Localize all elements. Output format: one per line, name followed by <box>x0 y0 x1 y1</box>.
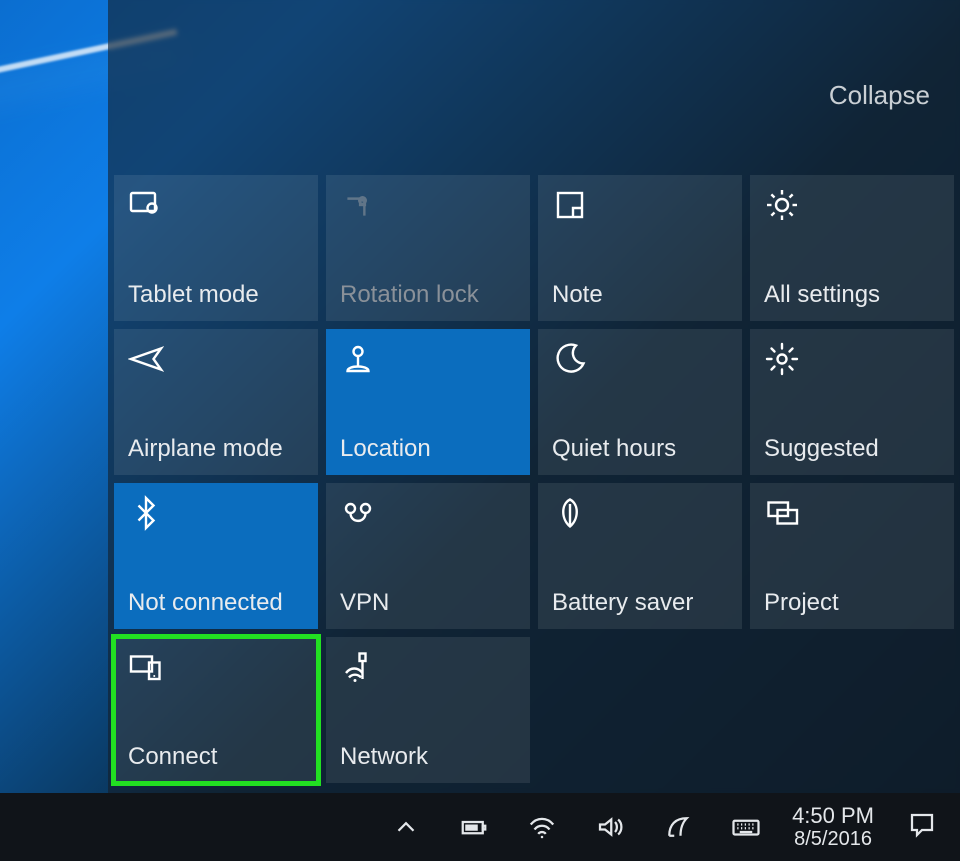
moon-icon <box>552 341 592 381</box>
desktop-wallpaper: Collapse Tablet mode Rotation lock Note All… <box>0 0 960 861</box>
tile-label: Not connected <box>128 589 304 617</box>
tile-location[interactable]: Location <box>326 329 530 475</box>
tile-vpn[interactable]: VPN <box>326 483 530 629</box>
wifi-icon[interactable] <box>524 809 560 845</box>
tile-battery-saver[interactable]: Battery saver <box>538 483 742 629</box>
rotation-lock-icon <box>340 187 380 227</box>
bluetooth-icon <box>128 495 168 535</box>
action-center-icon <box>907 810 937 845</box>
tile-label: Network <box>340 743 516 771</box>
tablet-mode-icon <box>128 187 168 227</box>
tile-project[interactable]: Project <box>750 483 954 629</box>
airplane-icon <box>128 341 168 381</box>
gear-icon <box>764 187 804 227</box>
battery-icon[interactable] <box>456 809 492 845</box>
connect-icon <box>128 649 168 689</box>
note-icon <box>552 187 592 227</box>
taskbar: 4:50 PM 8/5/2016 <box>0 793 960 861</box>
quick-action-tiles: Tablet mode Rotation lock Note All settings… <box>114 175 954 783</box>
tile-airplane-mode[interactable]: Airplane mode <box>114 329 318 475</box>
volume-icon[interactable] <box>592 809 628 845</box>
network-icon <box>340 649 380 689</box>
tile-network[interactable]: Network <box>326 637 530 783</box>
collapse-button[interactable]: Collapse <box>829 80 930 111</box>
leaf-icon <box>552 495 592 535</box>
tile-quiet-hours[interactable]: Quiet hours <box>538 329 742 475</box>
tile-label: Tablet mode <box>128 281 304 309</box>
tile-label: All settings <box>764 281 940 309</box>
tile-label: Quiet hours <box>552 435 728 463</box>
tile-label: Suggested <box>764 435 940 463</box>
tile-label: Rotation lock <box>340 281 516 309</box>
location-icon <box>340 341 380 381</box>
tile-label: Project <box>764 589 940 617</box>
clock-time: 4:50 PM <box>792 803 874 828</box>
project-icon <box>764 495 804 535</box>
tile-note[interactable]: Note <box>538 175 742 321</box>
tile-all-settings[interactable]: All settings <box>750 175 954 321</box>
brightness-icon <box>764 341 804 381</box>
tile-label: Connect <box>128 743 304 771</box>
action-center-panel: Collapse Tablet mode Rotation lock Note All… <box>108 0 960 793</box>
tile-label: VPN <box>340 589 516 617</box>
tile-rotation-lock[interactable]: Rotation lock <box>326 175 530 321</box>
action-center-button[interactable] <box>902 807 942 847</box>
system-tray <box>388 809 764 845</box>
keyboard-icon[interactable] <box>728 809 764 845</box>
clock[interactable]: 4:50 PM 8/5/2016 <box>792 803 874 851</box>
vpn-icon <box>340 495 380 535</box>
tile-suggested[interactable]: Suggested <box>750 329 954 475</box>
tile-connect[interactable]: Connect <box>114 637 318 783</box>
tile-label: Battery saver <box>552 589 728 617</box>
tile-tablet-mode[interactable]: Tablet mode <box>114 175 318 321</box>
tile-bluetooth[interactable]: Not connected <box>114 483 318 629</box>
tile-label: Location <box>340 435 516 463</box>
pen-icon[interactable] <box>660 809 696 845</box>
tray-overflow-icon[interactable] <box>388 809 424 845</box>
clock-date: 8/5/2016 <box>792 828 874 851</box>
tile-label: Airplane mode <box>128 435 304 463</box>
tile-label: Note <box>552 281 728 309</box>
